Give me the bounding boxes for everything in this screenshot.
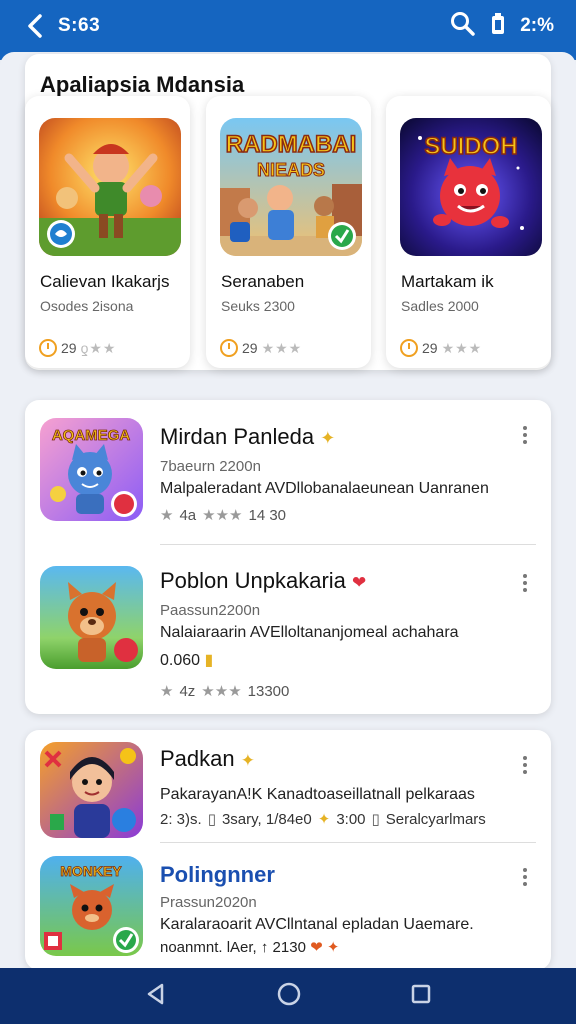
clock-icon [400,339,418,357]
app-title-text: Padkan [160,746,235,771]
badge-icon: ✦ [320,428,336,448]
app-name: Seranaben [221,272,305,291]
stars-icon: ★★★ [202,507,243,524]
art-title-text: SUIDOH [424,133,517,160]
featured-app-card[interactable]: Calievan Ikakarjs Osodes 2isona 29 ƍ★★ [25,96,190,368]
app-extra: noanmnt. lAer, ↑ 2130 ❤ ✦ [160,938,339,956]
app-list-secondary: Padkan ✦ PakarayanA!K Kanadtoaseillatnal… [25,730,551,968]
stars-icon: ƍ★★ [80,339,117,356]
rating-row: ★ 4z ★★★ 13300 [160,682,290,701]
rating-row: ★ 4a ★★★ 14 30 [160,506,287,525]
app-description: Nalaiaraarin AVElloltananjomeal achahara [160,624,459,641]
app-title-text: Poblon Unpkakaria [160,568,346,593]
app-extra-text: noanmnt. lAer, ↑ 2130 [160,939,306,956]
rating-value: 29 [242,340,258,356]
app-extra-text: 0.060 [160,652,201,669]
app-subtitle: Osodes 2isona [40,298,134,314]
section-title: Apaliapsia Mdansia [40,72,245,97]
doc-icon: ▯ [207,811,216,828]
app-rating: 29 ƍ★★ [39,339,116,357]
stars-icon: ★★★ [261,339,303,356]
art-subtitle-text: NIEADS [257,160,325,180]
clock-icon [220,339,238,357]
app-rating: 29 ★★★ [220,339,302,357]
app-artwork: RADMABAI NIEADS [220,118,362,256]
app-rating: 29 ★★★ [400,339,482,357]
rating-count: 13300 [247,682,290,700]
app-meta-line: 7baeurn 2200n [160,458,261,475]
app-title: Mirdan Panleda ✦ [160,424,335,450]
stars-icon: ★★★ [441,339,483,356]
app-meta-line: Paassun2200n [160,602,261,619]
list-item[interactable]: Poblon Unpkakaria ❤ Paassun2200n Nalaiar… [25,566,551,706]
list-item[interactable]: Padkan ✦ PakarayanA!K Kanadtoaseillatnal… [25,742,551,842]
more-options-icon[interactable] [523,868,529,886]
app-subtitle: Seuks 2300 [221,298,295,314]
app-title: Polingnner [160,862,275,887]
nav-back-icon[interactable] [144,982,168,1011]
badge-icon: ▮ [204,652,214,669]
nav-recents-icon[interactable] [410,983,432,1010]
app-icon [40,742,143,838]
battery-icon [490,12,506,41]
more-options-icon[interactable] [523,756,529,774]
app-stats-row: 2: 3)s. ▯ 3sary, 1/84e0 ✦ 3:00 ▯ Seralcy… [160,810,486,829]
featured-section: Apaliapsia Mdansia Calievan Ikakarjs Oso… [25,54,551,370]
stat-1: 2: 3)s. [160,810,202,828]
rating-left: 4a [179,506,197,524]
app-title: Padkan ✦ [160,746,255,772]
battery-text: 2:% [520,15,554,36]
more-options-icon[interactable] [523,426,529,444]
badge-icon: ✦ [240,751,255,770]
app-description: PakarayanA!K Kanadtoaseillatnall pelkara… [160,786,475,803]
app-extra: 0.060 ▮ [160,650,213,670]
featured-app-card[interactable]: SUIDOH Martakam ik Sadles 2000 29 ★★★ [386,96,551,368]
stat-2: 3sary, 1/84e0 [221,810,312,828]
app-meta-line: Prassun2020n [160,894,257,911]
stat-3: 3:00 [336,810,366,828]
rating-left: 4z [179,682,196,700]
list-item[interactable]: AQAMEGA Mirdan Panleda ✦ 7baeurn 2200n M… [25,418,551,538]
star-icon: ★ [160,683,174,700]
divider [160,544,536,545]
app-icon [40,566,143,669]
stat-4: Seralcyarlmars [385,810,486,828]
rating-count: 14 30 [248,506,287,524]
main-content: Apaliapsia Mdansia Calievan Ikakarjs Oso… [0,52,576,968]
app-subtitle: Sadles 2000 [401,298,479,314]
app-description: Malpaleradant AVDllobanalaeunean Uanrane… [160,480,489,497]
star-icon: ★ [160,507,174,524]
badge-icon: ❤ ✦ [310,939,340,956]
app-name: Martakam ik [401,272,494,291]
featured-app-card[interactable]: RADMABAI NIEADS Seranaben Seuks 2300 29 … [206,96,371,368]
more-options-icon[interactable] [523,574,529,592]
app-artwork: SUIDOH [400,118,542,256]
back-arrow-icon[interactable] [26,13,52,39]
status-title: S:63 [58,15,101,36]
icon-title-text: AQAMEGA [52,427,131,444]
navigation-bar [0,968,576,1024]
icon-title-text: MONKEY [60,863,122,879]
list-item[interactable]: MONKEY Polingnner Prassun2020n Karalarao… [25,856,551,966]
app-artwork [39,118,181,256]
clock-icon [39,339,57,357]
app-title-text: Mirdan Panleda [160,424,315,449]
doc-icon: ▯ [371,811,380,828]
app-name: Calievan Ikakarjs [40,272,170,291]
app-icon: AQAMEGA [40,418,143,521]
app-icon: MONKEY [40,856,143,956]
rating-value: 29 [422,340,438,356]
app-list: AQAMEGA Mirdan Panleda ✦ 7baeurn 2200n M… [25,400,551,714]
status-bar: S:63 2:% [0,0,576,60]
rating-value: 29 [61,340,77,356]
heart-icon: ❤ [352,573,367,592]
app-description: Karalaraoarit AVCllntanal epladan Uaemar… [160,916,474,933]
art-title-text: RADMABAI [226,131,357,158]
stars-icon: ★★★ [201,683,242,700]
badge-icon: ✦ [317,811,331,828]
search-icon[interactable] [450,11,476,42]
divider [160,842,536,843]
app-title: Poblon Unpkakaria ❤ [160,568,366,594]
nav-home-icon[interactable] [276,981,302,1012]
